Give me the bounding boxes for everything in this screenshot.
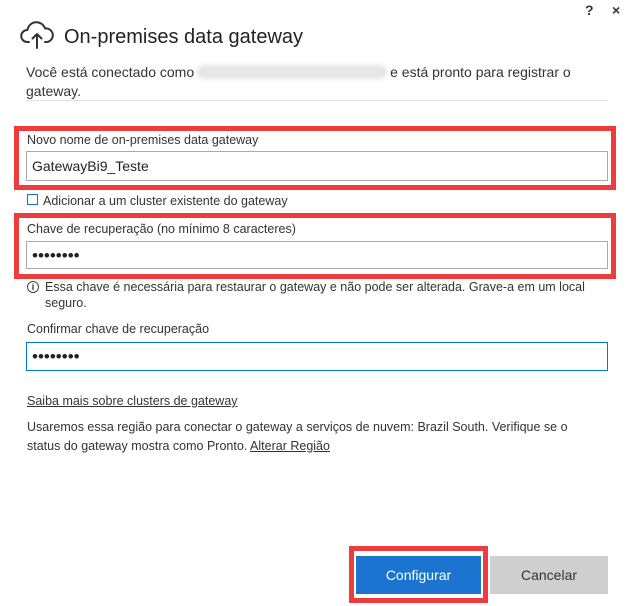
help-icon[interactable]: ?	[585, 2, 594, 18]
confirm-key-value: ••••••••	[32, 347, 80, 366]
header-divider	[26, 100, 608, 101]
cloud-upload-icon	[20, 21, 54, 49]
dialog-title: On-premises data gateway	[64, 26, 304, 48]
annotation-box-key	[14, 213, 616, 279]
cancel-button[interactable]: Cancelar	[490, 556, 608, 594]
region-text: Usaremos essa região para conectar o gat…	[27, 418, 602, 456]
cluster-checkbox-label[interactable]: Adicionar a um cluster existente do gate…	[43, 194, 288, 208]
info-icon: i	[27, 281, 39, 293]
change-region-link[interactable]: Alterar Região	[250, 439, 330, 453]
confirm-key-label: Confirmar chave de recuperação	[27, 322, 210, 336]
recovery-key-info: Essa chave é necessária para restaurar o…	[45, 280, 585, 310]
redacted-account	[197, 65, 388, 79]
intro-text: Você está conectado como e está pronto pa…	[26, 63, 606, 101]
intro-text-before: Você está conectado como	[26, 64, 195, 80]
cluster-checkbox[interactable]	[27, 194, 38, 205]
learn-more-link[interactable]: Saiba mais sobre clusters de gateway	[27, 394, 238, 408]
close-icon[interactable]: ×	[612, 2, 620, 18]
annotation-box-configure	[349, 546, 488, 603]
annotation-box-name	[14, 126, 616, 190]
confirm-key-input[interactable]: ••••••••	[26, 342, 608, 371]
